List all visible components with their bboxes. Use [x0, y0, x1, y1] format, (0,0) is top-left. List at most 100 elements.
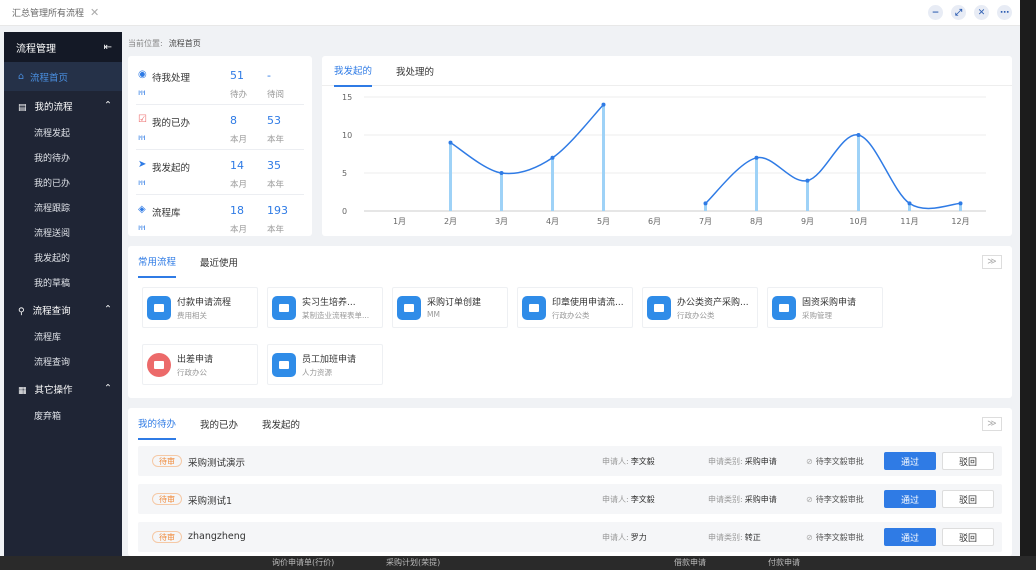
background-text: 借款申请: [674, 558, 706, 567]
process-name: 员工加班申请: [302, 355, 357, 365]
stat-value-1[interactable]: 8: [230, 114, 237, 127]
stat-value-1[interactable]: 51: [230, 69, 244, 82]
applicant-label: 申请人:: [602, 457, 629, 466]
x-tick-label: 9月: [801, 217, 814, 226]
link-icon: ⊘: [806, 533, 813, 542]
todo-title[interactable]: 采购测试1: [188, 493, 232, 507]
sidebar-item-flow-read[interactable]: 流程送阅: [4, 220, 122, 245]
process-item[interactable]: 采购订单创建 MM: [392, 287, 508, 328]
process-name: 固资采购申请: [802, 298, 857, 308]
tab-my-todo[interactable]: 我的待办: [138, 408, 177, 440]
stat-row-done[interactable]: ☑ 我的已办 ı·ı·ı 8 53 本月 本年: [136, 105, 304, 150]
series-line: [704, 134, 961, 210]
sidebar-item-flow-track[interactable]: 流程跟踪: [4, 195, 122, 220]
grid-icon: ▦: [18, 385, 27, 396]
data-point: [448, 140, 453, 145]
close-tab-icon[interactable]: ✕: [90, 6, 99, 19]
process-category: 行政办公类: [552, 311, 590, 320]
todo-row[interactable]: 待审 zhangzheng 申请人: 罗力 申请类别: 转正 ⊘ 待李文毅审批 通过 驳回: [138, 522, 1002, 552]
reject-button[interactable]: 驳回: [942, 490, 994, 508]
restore-icon[interactable]: ⤢: [951, 5, 966, 20]
line-chart: 0 5 10 15 1月 2月 3月 4月 5月 6月 7月 8月 9月 10月 11月 12月: [342, 93, 986, 226]
expand-button[interactable]: ≫: [982, 255, 1002, 269]
type-value: 转正: [744, 533, 761, 542]
breadcrumb-current[interactable]: 流程首页: [169, 39, 201, 48]
todo-title[interactable]: zhangzheng: [188, 531, 246, 542]
stat-value-1[interactable]: 14: [230, 159, 244, 172]
data-point: [703, 201, 708, 206]
sidebar-group-flow-query[interactable]: ⚲ 流程查询 ⌃: [4, 295, 122, 324]
close-icon[interactable]: ✕: [974, 5, 989, 20]
process-name: 出差申请: [177, 355, 214, 365]
pending-text: 待李文毅审批: [815, 457, 864, 466]
sidebar-item-home[interactable]: ⌂ 流程首页: [4, 62, 122, 91]
stat-value-2[interactable]: 193: [267, 204, 288, 217]
sidebar-item-my-todo[interactable]: 我的待办: [4, 145, 122, 170]
sidebar-group-my-flows[interactable]: ▤ 我的流程 ⌃: [4, 91, 122, 120]
chevron-up-icon: ⌃: [104, 100, 112, 111]
pending-approver: ⊘ 待李文毅审批: [806, 494, 864, 505]
tab-recent[interactable]: 最近使用: [200, 246, 238, 277]
stat-value-2[interactable]: -: [267, 69, 271, 82]
applicant-label: 申请人:: [602, 495, 629, 504]
folder-icon: [647, 296, 671, 320]
bars-icon: ı·ı·ı: [138, 133, 146, 142]
window-tab-title[interactable]: 汇总管理所有流程: [12, 6, 84, 19]
stat-row-initiated[interactable]: ➤ 我发起的 ı·ı·ı 14 35 本月 本年: [136, 150, 304, 195]
approve-button[interactable]: 通过: [884, 490, 936, 508]
sidebar-item-flow-search[interactable]: 流程查询: [4, 349, 122, 374]
process-item[interactable]: 出差申请 行政办公: [142, 344, 258, 385]
sidebar-title: 流程管理: [16, 43, 56, 55]
tab-frequent[interactable]: 常用流程: [138, 245, 177, 278]
stat-value-1[interactable]: 18: [230, 204, 244, 217]
pending-approver: ⊘ 待李文毅审批: [806, 456, 864, 467]
process-category: 采购管理: [802, 311, 832, 320]
process-name: 采购订单创建: [427, 298, 482, 308]
more-icon[interactable]: ⋯: [997, 5, 1012, 20]
stat-row-todo[interactable]: ◉ 待我处理 ı·ı·ı 51 - 待办 待阅: [136, 60, 304, 105]
sidebar-item-my-drafts[interactable]: 我的草稿: [4, 270, 122, 295]
todo-row[interactable]: 待审 采购测试演示 申请人: 李文毅 申请类别: 采购申请 ⊘ 待李文毅审批 通过 驳回: [138, 446, 1002, 476]
type-label: 申请类别:: [708, 457, 743, 466]
applicant-value: 李文毅: [630, 495, 655, 504]
sidebar-item-start-flow[interactable]: 流程发起: [4, 120, 122, 145]
process-item[interactable]: 固资采购申请 采购管理: [767, 287, 883, 328]
status-badge: 待审: [152, 455, 182, 467]
sidebar-item-my-initiated[interactable]: 我发起的: [4, 245, 122, 270]
sidebar-item-my-done[interactable]: 我的已办: [4, 170, 122, 195]
process-item[interactable]: 办公类资产采购... 行政办公类: [642, 287, 758, 328]
reject-button[interactable]: 驳回: [942, 528, 994, 546]
collapse-menu-icon[interactable]: ⇤: [104, 42, 112, 53]
chevron-up-icon: ⌃: [104, 383, 112, 394]
sidebar-group-other-ops[interactable]: ▦ 其它操作 ⌃: [4, 374, 122, 403]
stat-value-2[interactable]: 53: [267, 114, 281, 127]
process-item[interactable]: 实习生培养... 某制造业流程表单...: [267, 287, 383, 328]
stat-label: 待我处理: [152, 73, 191, 84]
background-strip: [0, 556, 1036, 570]
process-item[interactable]: 印章使用申请流... 行政办公类: [517, 287, 633, 328]
process-item[interactable]: 付款申请流程 费用相关: [142, 287, 258, 328]
chart-tabs: 我发起的 我处理的: [322, 54, 1012, 87]
folder-icon: [272, 353, 296, 377]
sidebar-item-flow-library[interactable]: 流程库: [4, 324, 122, 349]
request-type: 申请类别: 采购申请: [708, 456, 777, 467]
expand-button[interactable]: ≫: [982, 417, 1002, 431]
tab-my-initiated[interactable]: 我发起的: [334, 54, 373, 87]
todo-row[interactable]: 待审 采购测试1 申请人: 李文毅 申请类别: 采购申请 ⊘ 待李文毅审批 通过 驳回: [138, 484, 1002, 514]
process-item[interactable]: 员工加班申请 人力资源: [267, 344, 383, 385]
sidebar-item-trash[interactable]: 废弃箱: [4, 403, 122, 428]
process-category: 某制造业流程表单...: [302, 311, 370, 320]
approve-button[interactable]: 通过: [884, 452, 936, 470]
minimize-icon[interactable]: −: [928, 5, 943, 20]
tab-my-done[interactable]: 我的已办: [200, 408, 238, 439]
process-category: 人力资源: [302, 368, 332, 377]
tab-my-handled[interactable]: 我处理的: [396, 55, 434, 86]
pending-text: 待李文毅审批: [815, 533, 864, 542]
todo-title[interactable]: 采购测试演示: [188, 455, 245, 469]
tab-my-initiated-list[interactable]: 我发起的: [262, 408, 300, 439]
approve-button[interactable]: 通过: [884, 528, 936, 546]
stat-row-library[interactable]: ◈ 流程库 ı·ı·ı 18 193 本月 本年: [136, 195, 304, 240]
breadcrumb-prefix: 当前位置:: [128, 39, 163, 48]
stat-value-2[interactable]: 35: [267, 159, 281, 172]
reject-button[interactable]: 驳回: [942, 452, 994, 470]
